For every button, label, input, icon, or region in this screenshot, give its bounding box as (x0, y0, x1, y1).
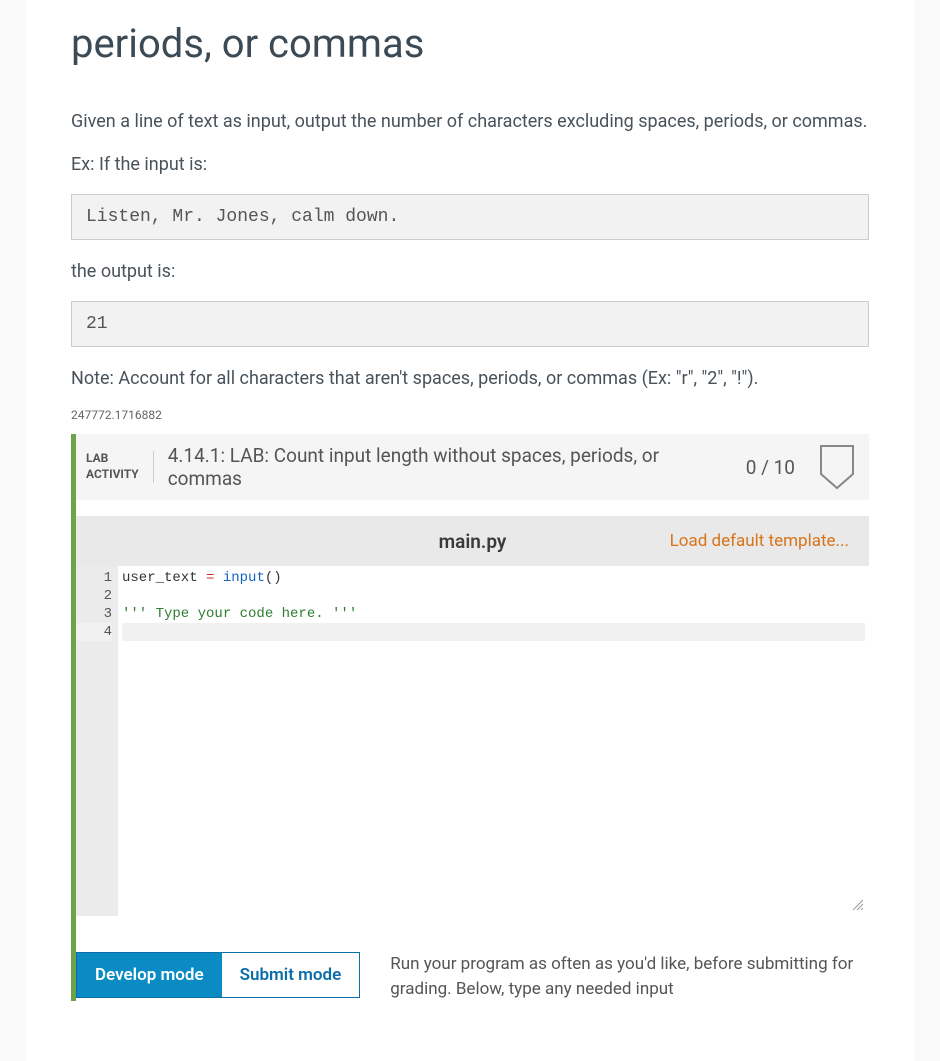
gutter-line: 3 (76, 605, 112, 623)
lab-title: 4.14.1: LAB: Count input length without … (168, 444, 732, 490)
token-paren: () (265, 570, 282, 586)
example-input-block: Listen, Mr. Jones, calm down. (71, 194, 869, 240)
file-header: main.py Load default template... (76, 516, 869, 566)
lab-badge-line1: LAB (86, 451, 139, 467)
example-output-block: 21 (71, 301, 869, 347)
example-input-label: Ex: If the input is: (71, 151, 869, 178)
content-id: 247772.1716882 (71, 408, 869, 422)
load-default-template-link[interactable]: Load default template... (670, 531, 849, 551)
file-name: main.py (439, 530, 507, 553)
description-main: Given a line of text as input, output th… (71, 108, 869, 135)
token-variable: user_text (122, 570, 198, 586)
gutter-line: 2 (76, 587, 112, 605)
lab-header: LAB ACTIVITY 4.14.1: LAB: Count input le… (76, 434, 869, 500)
code-editor[interactable]: 1 2 3 4 user_text = input() ''' Type you… (76, 566, 869, 916)
lab-panel: LAB ACTIVITY 4.14.1: LAB: Count input le… (71, 434, 869, 1001)
code-line (122, 588, 130, 604)
submit-mode-tab[interactable]: Submit mode (222, 953, 360, 997)
gutter-line: 4 (76, 623, 112, 641)
token-operator: = (198, 570, 223, 586)
line-gutter: 1 2 3 4 (76, 566, 118, 916)
code-line: ''' Type your code here. ''' (122, 606, 357, 622)
develop-mode-tab[interactable]: Develop mode (77, 953, 222, 997)
mode-help-text: Run your program as often as you'd like,… (390, 952, 869, 1001)
gutter-line: 1 (76, 569, 112, 587)
note-text: Note: Account for all characters that ar… (71, 365, 869, 392)
mode-row: Develop mode Submit mode Run your progra… (76, 916, 869, 1001)
lab-score: 0 / 10 (746, 456, 795, 479)
token-string: ''' Type your code here. ''' (122, 606, 357, 622)
token-function: input (223, 570, 265, 586)
lab-badge: LAB ACTIVITY (86, 451, 154, 482)
code-line: user_text = input() (122, 570, 282, 586)
shield-icon (819, 444, 855, 490)
example-output-label: the output is: (71, 258, 869, 285)
code-line-active (122, 623, 865, 641)
code-content[interactable]: user_text = input() ''' Type your code h… (118, 566, 869, 916)
lab-badge-line2: ACTIVITY (86, 467, 139, 483)
page-title: periods, or commas (71, 18, 869, 70)
editor-container: main.py Load default template... 1 2 3 4… (76, 500, 869, 1001)
resize-handle-icon[interactable] (851, 898, 863, 910)
mode-tabs: Develop mode Submit mode (76, 952, 360, 998)
